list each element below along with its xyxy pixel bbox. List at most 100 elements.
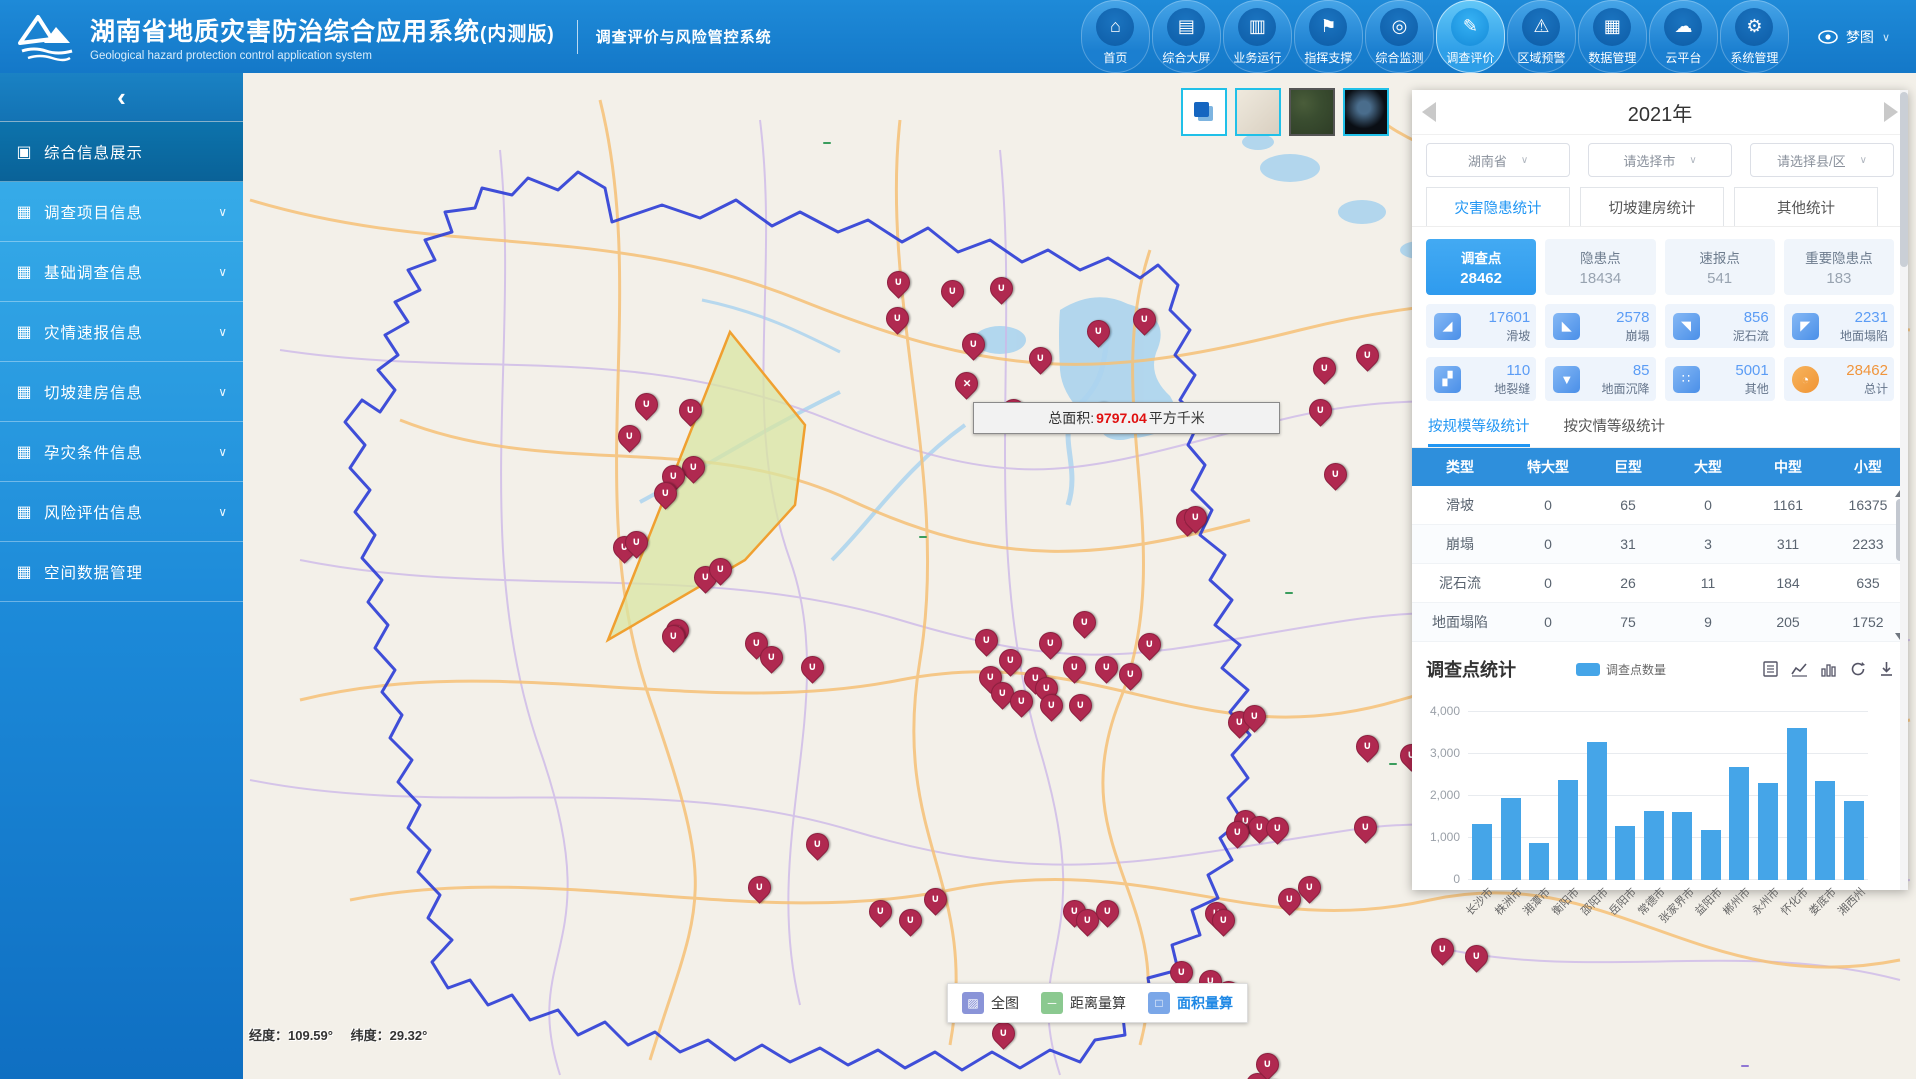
line-chart-icon[interactable] xyxy=(1791,662,1808,677)
hazard-pin-marker[interactable] xyxy=(1029,347,1051,375)
sidebar-item[interactable]: ▦ 风险评估信息 xyxy=(0,482,243,542)
nav-item[interactable]: ⌂ 首页 xyxy=(1081,0,1150,73)
hazard-type-card[interactable]: ◔ 28462 总计 xyxy=(1784,357,1894,401)
hazard-pin-marker[interactable] xyxy=(1095,656,1117,684)
hazard-pin-marker[interactable] xyxy=(924,888,946,916)
chart-legend[interactable]: 调查点数量 xyxy=(1576,661,1666,678)
measure-close-pin[interactable] xyxy=(955,372,977,400)
hazard-pin-marker[interactable] xyxy=(887,271,909,299)
hazard-pin-marker[interactable] xyxy=(1119,663,1141,691)
hazard-pin-marker[interactable] xyxy=(806,833,828,861)
eye-icon[interactable] xyxy=(1818,30,1838,44)
hazard-pin-marker[interactable] xyxy=(679,399,701,427)
point-card[interactable]: 速报点 541 xyxy=(1665,239,1775,295)
hazard-pin-marker[interactable] xyxy=(962,333,984,361)
region-select[interactable]: 请选择县/区 xyxy=(1750,143,1894,177)
hazard-pin-marker[interactable] xyxy=(1465,945,1487,973)
hazard-pin-marker[interactable] xyxy=(1184,506,1206,534)
hazard-pin-marker[interactable] xyxy=(1324,463,1346,491)
hazard-pin-marker[interactable] xyxy=(886,307,908,335)
table-row[interactable]: 泥石流026 11184635 xyxy=(1412,564,1908,603)
hazard-pin-marker[interactable] xyxy=(1431,938,1453,966)
hazard-pin-marker[interactable] xyxy=(999,649,1021,677)
year-prev-arrow[interactable] xyxy=(1422,102,1436,122)
nav-item[interactable]: ⚑ 指挥支撑 xyxy=(1294,0,1363,73)
bar-chart-icon[interactable] xyxy=(1821,662,1837,677)
hazard-pin-marker[interactable] xyxy=(618,425,640,453)
hazard-pin-marker[interactable] xyxy=(1278,888,1300,916)
hazard-type-card[interactable]: ∷ 5001 其他 xyxy=(1665,357,1775,401)
sidebar-item[interactable]: ▣ 综合信息展示 xyxy=(0,121,243,182)
nav-item[interactable]: ▤ 综合大屏 xyxy=(1152,0,1221,73)
point-card[interactable]: 调查点 28462 xyxy=(1426,239,1536,295)
hazard-pin-marker[interactable] xyxy=(1039,632,1061,660)
sidebar-item[interactable]: ▦ 灾情速报信息 xyxy=(0,302,243,362)
point-card[interactable]: 重要隐患点 183 xyxy=(1784,239,1894,295)
hazard-pin-marker[interactable] xyxy=(975,629,997,657)
hazard-pin-marker[interactable] xyxy=(1256,1053,1278,1079)
hazard-pin-marker[interactable] xyxy=(899,909,921,937)
hazard-pin-marker[interactable] xyxy=(1069,694,1091,722)
panel-scrollbar[interactable] xyxy=(1900,90,1908,890)
hazard-pin-marker[interactable] xyxy=(1073,611,1095,639)
hazard-pin-marker[interactable] xyxy=(1096,900,1118,928)
hazard-pin-marker[interactable] xyxy=(1309,399,1331,427)
user-name[interactable]: 梦图 xyxy=(1846,27,1874,47)
sidebar-item[interactable]: ▦ 基础调查信息 xyxy=(0,242,243,302)
hazard-pin-marker[interactable] xyxy=(1298,876,1320,904)
stat-tab[interactable]: 切坡建房统计 xyxy=(1580,187,1724,226)
map-tool-button[interactable]: ▨ 全图 xyxy=(962,992,1019,1014)
hazard-pin-marker[interactable] xyxy=(1138,633,1160,661)
point-card[interactable]: 隐患点 18434 xyxy=(1545,239,1655,295)
table-row[interactable]: 地面塌陷075 92051752 xyxy=(1412,603,1908,642)
hazard-pin-marker[interactable] xyxy=(1356,344,1378,372)
hazard-pin-marker[interactable] xyxy=(941,280,963,308)
hazard-pin-marker[interactable] xyxy=(654,482,676,510)
table-row[interactable]: 崩塌031 33112233 xyxy=(1412,525,1908,564)
hazard-type-card[interactable]: ◢ 17601 滑坡 xyxy=(1426,304,1536,348)
table-row[interactable]: 滑坡065 0116116375 xyxy=(1412,486,1908,525)
stat-tab[interactable]: 灾害隐患统计 xyxy=(1426,187,1570,226)
layers-button[interactable] xyxy=(1181,88,1227,136)
hazard-pin-marker[interactable] xyxy=(1010,690,1032,718)
globe-basemap-thumbnail[interactable] xyxy=(1343,88,1389,136)
stat-tab[interactable]: 其他统计 xyxy=(1734,187,1878,226)
hazard-pin-marker[interactable] xyxy=(1076,909,1098,937)
region-select[interactable]: 请选择市 xyxy=(1588,143,1732,177)
sidebar-collapse-button[interactable] xyxy=(0,73,243,121)
street-basemap-thumbnail[interactable] xyxy=(1235,88,1281,136)
hazard-pin-marker[interactable] xyxy=(992,1022,1014,1050)
nav-item[interactable]: ✎ 调查评价 xyxy=(1436,0,1505,73)
download-icon[interactable] xyxy=(1879,661,1894,677)
refresh-icon[interactable] xyxy=(1850,661,1866,677)
sidebar-item[interactable]: ▦ 切坡建房信息 xyxy=(0,362,243,422)
hazard-pin-marker[interactable] xyxy=(709,558,731,586)
hazard-pin-marker[interactable] xyxy=(1356,735,1378,763)
sub-tab[interactable]: 按规模等级统计 xyxy=(1428,415,1530,447)
nav-item[interactable]: ⚙ 系统管理 xyxy=(1720,0,1789,73)
data-view-icon[interactable] xyxy=(1763,661,1778,677)
hazard-pin-marker[interactable] xyxy=(625,531,647,559)
nav-item[interactable]: ☁ 云平台 xyxy=(1649,0,1718,73)
chevron-down-icon[interactable] xyxy=(1882,28,1890,46)
hazard-type-card[interactable]: ◤ 2231 地面塌陷 xyxy=(1784,304,1894,348)
hazard-pin-marker[interactable] xyxy=(1087,320,1109,348)
hazard-pin-marker[interactable] xyxy=(869,900,891,928)
hazard-pin-marker[interactable] xyxy=(635,393,657,421)
hazard-pin-marker[interactable] xyxy=(662,625,684,653)
sidebar-item[interactable]: ▦ 孕灾条件信息 xyxy=(0,422,243,482)
hazard-pin-marker[interactable] xyxy=(748,876,770,904)
hazard-type-card[interactable]: ◥ 856 泥石流 xyxy=(1665,304,1775,348)
hazard-pin-marker[interactable] xyxy=(1063,656,1085,684)
hazard-pin-marker[interactable] xyxy=(1226,821,1248,849)
nav-item[interactable]: ▦ 数据管理 xyxy=(1578,0,1647,73)
sidebar-item[interactable]: ▦ 调查项目信息 xyxy=(0,182,243,242)
hazard-pin-marker[interactable] xyxy=(1040,694,1062,722)
hazard-pin-marker[interactable] xyxy=(1313,357,1335,385)
sidebar-item[interactable]: ▦ 空间数据管理 xyxy=(0,542,243,602)
satellite-basemap-thumbnail[interactable] xyxy=(1289,88,1335,136)
hazard-pin-marker[interactable] xyxy=(1243,705,1265,733)
hazard-type-card[interactable]: ◣ 2578 崩塌 xyxy=(1545,304,1655,348)
nav-item[interactable]: ⚠ 区域预警 xyxy=(1507,0,1576,73)
hazard-pin-marker[interactable] xyxy=(1133,308,1155,336)
